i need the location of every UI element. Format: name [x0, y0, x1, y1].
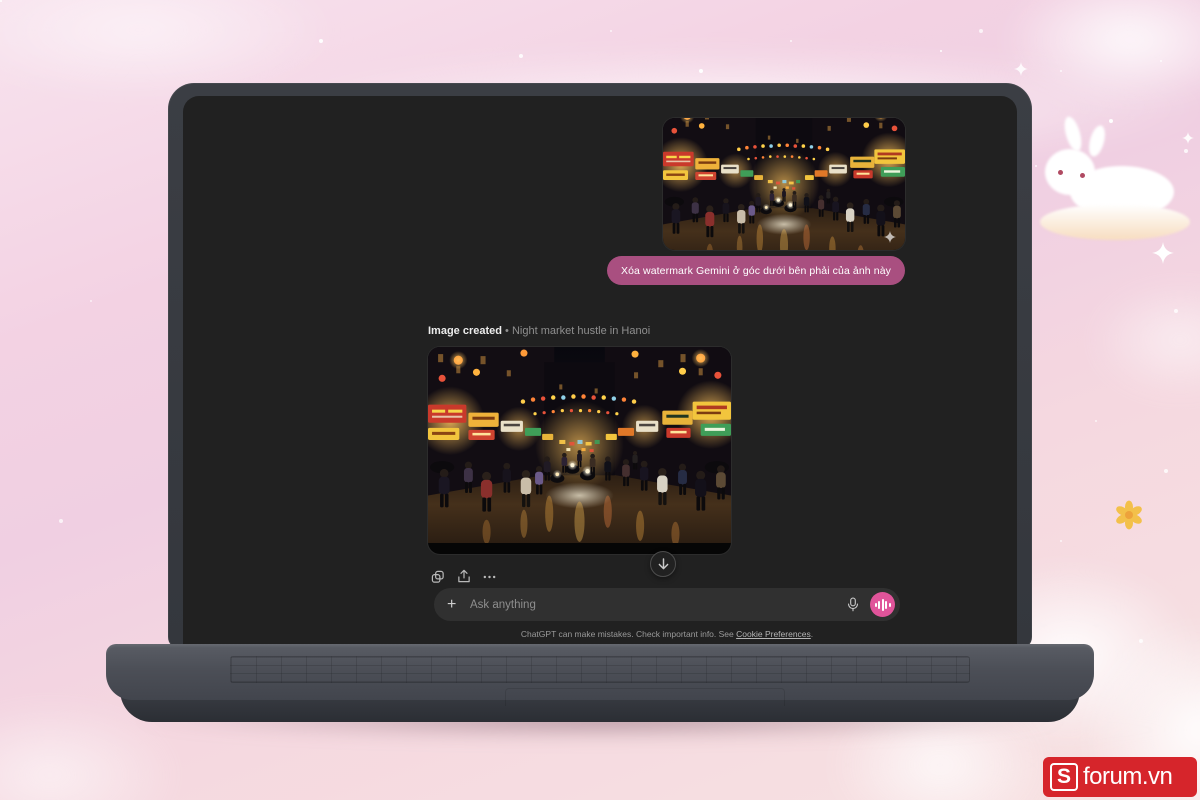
more-options-icon [483, 575, 496, 578]
composer: + [434, 588, 900, 621]
image-title: Night market hustle in Hanoi [511, 325, 651, 337]
chatgpt-window: Xóa watermark Gemini ở góc dưới bên phải… [183, 96, 1017, 649]
image-status-line: Image created • Night market hustle in H… [428, 325, 650, 337]
generated-image-card[interactable] [428, 347, 731, 554]
laptop-keyboard [230, 656, 970, 683]
uploaded-night-market-image [663, 118, 905, 250]
cookie-preferences-link[interactable]: Cookie Preferences [736, 629, 811, 639]
share-button[interactable] [456, 569, 471, 584]
status-separator: • [505, 325, 509, 337]
gemini-sparkle-watermark-icon [884, 231, 896, 243]
bunny-illustration [1032, 114, 1200, 256]
uploaded-image-card[interactable] [663, 118, 905, 250]
plus-icon: + [447, 595, 457, 613]
footer-disclaimer: ChatGPT can make mistakes. Check importa… [434, 629, 900, 639]
microphone-icon [847, 597, 859, 612]
composer-input[interactable] [465, 598, 842, 611]
bunny-eye [1058, 170, 1063, 175]
bunny-ear [1086, 123, 1108, 159]
disclaimer-text: ChatGPT can make mistakes. Check importa… [520, 629, 737, 639]
sforum-logo-text: forum.vn [1083, 763, 1173, 790]
user-message-bubble: Xóa watermark Gemini ở góc dưới bên phải… [607, 256, 905, 285]
bunny-cloud [1040, 204, 1190, 240]
sparkle-star-icon [1014, 62, 1028, 76]
bunny-head [1045, 149, 1095, 195]
voice-mode-icon [874, 602, 877, 607]
message-actions-toolbar [430, 569, 497, 584]
more-options-button[interactable] [482, 569, 497, 584]
scroll-down-icon [658, 558, 668, 570]
night-market-photo [663, 118, 905, 250]
sforum-logo-letter: S [1050, 763, 1078, 791]
mic-button[interactable] [842, 594, 864, 616]
flower-icon [1116, 500, 1142, 530]
user-message-text: Xóa watermark Gemini ở góc dưới bên phải… [621, 264, 891, 277]
share-icon [457, 569, 470, 583]
plus-button[interactable]: + [447, 595, 465, 613]
wallpaper-background: { "chat": { "user_message": "Xóa waterma… [0, 0, 1200, 800]
cloud [1090, 280, 1200, 400]
copy-button[interactable] [430, 569, 445, 584]
disclaimer-period: . [810, 629, 814, 639]
voice-mode-button[interactable] [870, 592, 895, 617]
generated-night-market-image [428, 347, 731, 543]
sparkle-dots [0, 0, 2, 2]
sforum-logo: S forum.vn [1043, 757, 1197, 797]
sky-mist [1000, 0, 1200, 110]
copy-icon [431, 570, 444, 583]
laptop-trackpad [505, 688, 785, 706]
bunny-ear [1061, 114, 1085, 154]
image-created-label: Image created [428, 325, 502, 337]
bunny-eye [1080, 173, 1085, 178]
scroll-down-button[interactable] [650, 551, 676, 577]
night-market-photo [428, 347, 731, 543]
